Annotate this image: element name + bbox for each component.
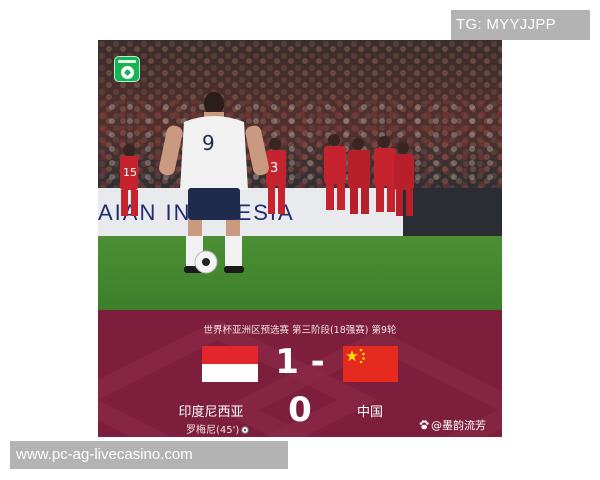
match-photo-scene: AIAN IN ONESIA 15: [98, 40, 502, 310]
watermark-text: @墨韵流芳: [431, 419, 486, 432]
paw-icon: [419, 420, 429, 430]
football-icon: [241, 426, 250, 434]
goal-scorer-text: 罗梅尼(45'): [186, 425, 240, 436]
author-watermark: @墨韵流芳: [419, 417, 486, 433]
indonesia-flag-icon: [202, 346, 258, 382]
photographers-area: [403, 188, 502, 236]
page: TG: MYYJJPP IN ONESIA 15 3 9 世界杯亚洲区预选赛 第…: [0, 0, 600, 480]
shirt-number: 15: [123, 166, 137, 179]
round-title: 世界杯亚洲区预选赛 第三阶段(18强赛) 第9轮: [203, 325, 397, 336]
home-team-name: 印度尼西亚: [178, 405, 244, 420]
pitch: [98, 236, 502, 310]
crowd-heads-lower: [98, 100, 502, 188]
china-flag-icon: [343, 346, 398, 382]
match-result-card: AIAN IN ONESIA 15: [98, 40, 502, 437]
away-team-name: 中国: [356, 405, 383, 420]
striker-shirt-number: 9: [202, 131, 215, 155]
match-photo: AIAN IN ONESIA 15: [98, 40, 502, 310]
site-url-banner[interactable]: www.pc-ag-livecasino.com: [10, 441, 288, 469]
goal-scorer: 罗梅尼(45'): [186, 421, 250, 436]
shirt-number: 3: [270, 161, 278, 176]
tg-handle-badge[interactable]: TG: MYYJJPP: [451, 10, 590, 40]
score-panel: 世界杯亚洲区预选赛 第三阶段(18强赛) 第9轮 1 - 0 印度尼西亚 中国 …: [98, 310, 502, 437]
football-app-logo-icon: [114, 56, 140, 82]
